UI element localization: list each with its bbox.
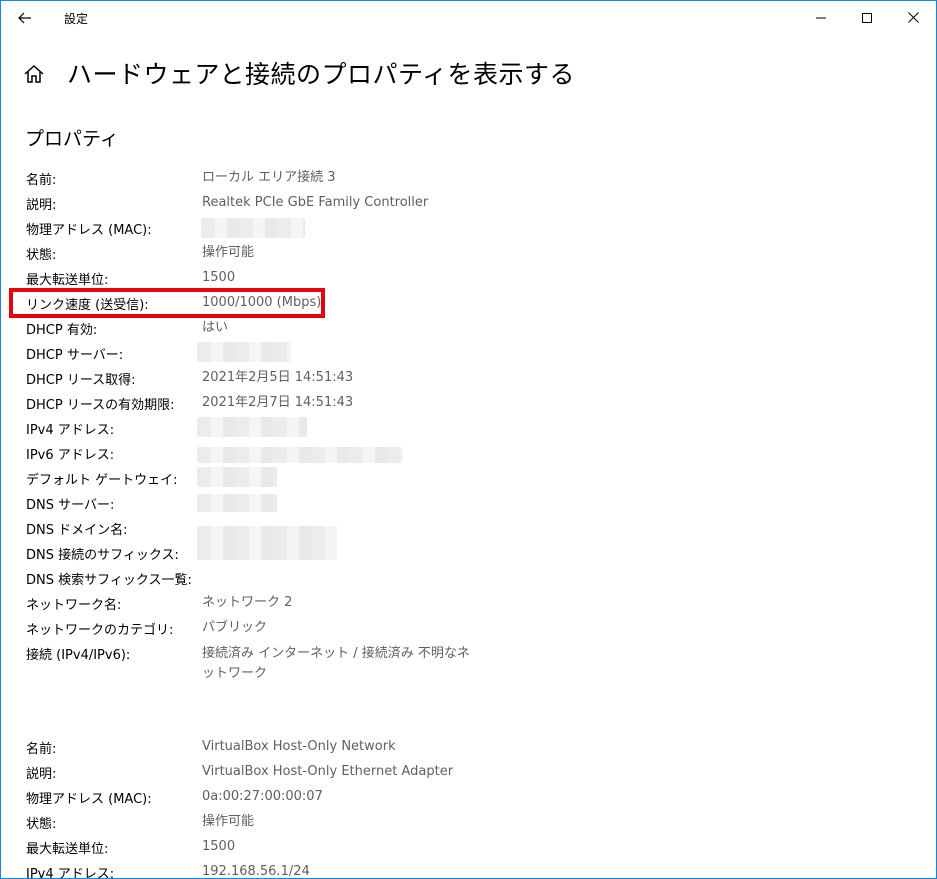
- redacted-value: [197, 494, 277, 512]
- property-label: 物理アドレス (MAC):: [26, 223, 152, 238]
- settings-window: 設定 ハードウェアと接続のプロパティを表示する プロパティ 名前: ローカル エ…: [0, 0, 937, 879]
- property-label: DNS ドメイン名:: [26, 523, 128, 538]
- back-button[interactable]: [5, 1, 45, 34]
- home-button[interactable]: [23, 63, 47, 87]
- property-value: 1500: [202, 270, 236, 285]
- property-value: 1500: [202, 839, 236, 854]
- property-label: DHCP 有効:: [26, 323, 98, 338]
- property-row-mac: 物理アドレス (MAC): 0a:00:27:00:00:07: [1, 785, 936, 810]
- property-value: 2021年2月5日 14:51:43: [202, 370, 354, 385]
- maximize-button[interactable]: [844, 1, 890, 34]
- property-label: IPv4 アドレス:: [26, 423, 115, 438]
- property-value: ネットワーク 2: [202, 595, 293, 610]
- property-row-dhcp-lease-expires: DHCP リースの有効期限: 2021年2月7日 14:51:43: [1, 391, 936, 416]
- property-label: DNS 検索サフィックス一覧:: [26, 573, 192, 588]
- property-label: 名前:: [26, 742, 57, 757]
- property-row-status: 状態: 操作可能: [1, 241, 936, 266]
- property-value: 0a:00:27:00:00:07: [202, 789, 323, 804]
- minimize-icon: [816, 17, 826, 18]
- property-label: ネットワーク名:: [26, 598, 122, 613]
- redacted-value: [197, 467, 277, 487]
- minimize-button[interactable]: [798, 1, 844, 34]
- property-value: 192.168.56.1/24: [202, 864, 310, 879]
- property-label: 最大転送単位:: [26, 273, 109, 288]
- property-row-ipv6: IPv6 アドレス:: [1, 441, 936, 466]
- property-row-mac: 物理アドレス (MAC):: [1, 216, 936, 241]
- close-button[interactable]: [890, 1, 936, 34]
- title-bar[interactable]: 設定: [1, 1, 936, 34]
- property-value: 操作可能: [202, 245, 255, 260]
- property-label: DHCP サーバー:: [26, 348, 124, 363]
- property-value: VirtualBox Host-Only Network: [202, 739, 396, 754]
- property-label: DHCP リース取得:: [26, 373, 136, 388]
- property-row-description: 説明: VirtualBox Host-Only Ethernet Adapte…: [1, 760, 936, 785]
- redacted-value: [197, 342, 291, 362]
- property-row-network-name: ネットワーク名: ネットワーク 2: [1, 591, 936, 616]
- property-row-dns-server: DNS サーバー:: [1, 491, 936, 516]
- close-icon: [907, 12, 919, 23]
- back-arrow-icon: [18, 12, 31, 23]
- property-row-status: 状態: 操作可能: [1, 810, 936, 835]
- home-icon: [24, 64, 44, 83]
- property-value: ローカル エリア接続 3: [202, 170, 336, 185]
- redacted-value: [197, 417, 307, 437]
- property-label: 説明:: [26, 767, 57, 782]
- property-value: パブリック: [202, 620, 268, 635]
- maximize-icon: [862, 12, 872, 23]
- property-label: DNS サーバー:: [26, 498, 115, 513]
- property-row-dhcp-enabled: DHCP 有効: はい: [1, 316, 936, 341]
- property-label: デフォルト ゲートウェイ:: [26, 473, 178, 488]
- property-row-dhcp-server: DHCP サーバー:: [1, 341, 936, 366]
- property-row-dns-search-list: DNS 検索サフィックス一覧:: [1, 566, 936, 591]
- property-row-ipv4: IPv4 アドレス:: [1, 416, 936, 441]
- property-label: 名前:: [26, 173, 57, 188]
- redacted-value: [197, 447, 403, 463]
- property-label: 状態:: [26, 817, 57, 832]
- property-row-ipv4: IPv4 アドレス: 192.168.56.1/24: [1, 860, 936, 879]
- property-value: 操作可能: [202, 814, 255, 829]
- page-title: ハードウェアと接続のプロパティを表示する: [67, 60, 576, 89]
- property-label: IPv6 アドレス:: [26, 448, 115, 463]
- property-value: Realtek PCIe GbE Family Controller: [202, 195, 429, 210]
- property-value: VirtualBox Host-Only Ethernet Adapter: [202, 764, 454, 779]
- property-label: 説明:: [26, 198, 57, 213]
- property-row-default-gateway: デフォルト ゲートウェイ:: [1, 466, 936, 491]
- property-value: 2021年2月7日 14:51:43: [202, 395, 354, 410]
- highlight-annotation: [9, 288, 325, 318]
- property-label: 物理アドレス (MAC):: [26, 792, 152, 807]
- property-label: DHCP リースの有効期限:: [26, 398, 175, 413]
- property-label: DNS 接続のサフィックス:: [26, 548, 179, 563]
- property-value: はい: [202, 320, 229, 335]
- property-row-dhcp-lease-obtained: DHCP リース取得: 2021年2月5日 14:51:43: [1, 366, 936, 391]
- property-label: IPv4 アドレス:: [26, 867, 115, 879]
- property-label: 接続 (IPv4/IPv6):: [26, 648, 131, 663]
- property-row-description: 説明: Realtek PCIe GbE Family Controller: [1, 191, 936, 216]
- property-row-dns-domain: DNS ドメイン名:: [1, 516, 936, 560]
- property-label: 最大転送単位:: [26, 842, 109, 857]
- property-label: ネットワークのカテゴリ:: [26, 623, 174, 638]
- section-title: プロパティ: [25, 128, 119, 150]
- property-label: 状態:: [26, 248, 57, 263]
- property-value: 接続済み インターネット / 接続済み 不明なネットワーク: [202, 646, 470, 681]
- property-row-name: 名前: VirtualBox Host-Only Network: [1, 735, 936, 760]
- redacted-value: [201, 218, 305, 238]
- property-row-dns-suffix: DNS 接続のサフィックス:: [1, 541, 936, 566]
- property-row-name: 名前: ローカル エリア接続 3: [1, 166, 936, 191]
- property-row-connectivity: 接続 (IPv4/IPv6): 接続済み インターネット / 接続済み 不明なネ…: [1, 641, 936, 686]
- window-title: 設定: [64, 12, 89, 26]
- property-row-network-category: ネットワークのカテゴリ: パブリック: [1, 616, 936, 641]
- property-row-mtu: 最大転送単位: 1500: [1, 835, 936, 860]
